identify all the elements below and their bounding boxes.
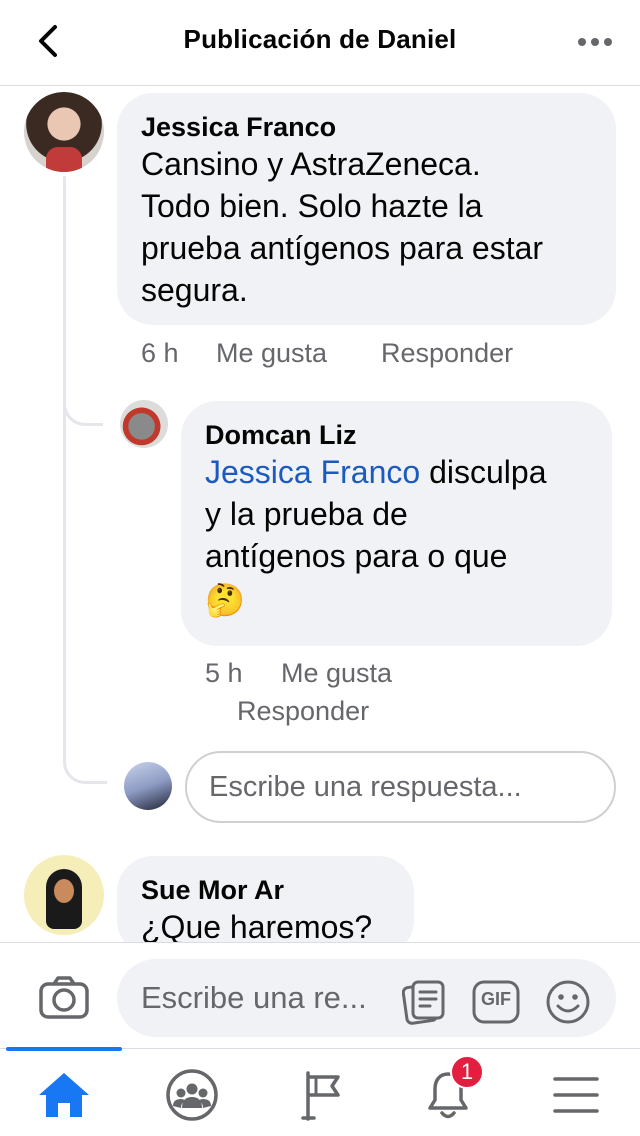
camera-button[interactable] xyxy=(38,975,90,1021)
groups-icon xyxy=(166,1069,218,1121)
mention-link[interactable]: Jessica Franco xyxy=(205,454,420,490)
thread-connector xyxy=(63,740,107,784)
emoji-button[interactable] xyxy=(544,979,592,1025)
thread-connector xyxy=(63,384,103,426)
camera-icon xyxy=(39,976,89,1019)
comment-input[interactable]: Escribe una re... GIF xyxy=(117,959,616,1037)
comment-bubble[interactable]: Sue Mor Ar ¿Que haremos? xyxy=(117,856,414,956)
comment-text: Cansino y AstraZeneca. Todo bien. Solo h… xyxy=(141,143,592,311)
comment-bubble[interactable]: Jessica Franco Cansino y AstraZeneca. To… xyxy=(117,93,616,325)
home-icon xyxy=(39,1073,89,1117)
avatar[interactable] xyxy=(120,400,168,448)
thinking-face-emoji: 🤔 xyxy=(205,582,245,618)
comment-line: Jessica Franco disculpa xyxy=(205,451,588,493)
tab-notifications[interactable]: 1 xyxy=(416,1055,484,1127)
tab-groups[interactable] xyxy=(160,1063,224,1127)
like-button[interactable]: Me gusta xyxy=(216,338,327,369)
avatar[interactable] xyxy=(24,92,104,172)
comment-author[interactable]: Jessica Franco xyxy=(141,111,592,143)
page-title: Publicación de Daniel xyxy=(183,24,457,54)
gif-label: GIF xyxy=(481,989,511,1009)
reply-button[interactable]: Responder xyxy=(381,338,513,369)
tab-pages[interactable] xyxy=(290,1063,354,1127)
comment-line: Todo bien. Solo hazte la xyxy=(141,188,483,224)
tab-menu[interactable] xyxy=(544,1063,608,1127)
like-button[interactable]: Me gusta xyxy=(281,658,392,689)
sticker-icon xyxy=(402,980,445,1025)
comment-line: segura. xyxy=(141,272,248,308)
comment-timestamp: 6 h xyxy=(141,338,179,368)
comment-composer: Escribe una re... GIF xyxy=(0,942,640,1048)
comment-line: antígenos para o que xyxy=(205,538,508,574)
current-user-avatar xyxy=(124,762,172,810)
comment-line-text: disculpa xyxy=(420,454,547,490)
reply-button[interactable]: Responder xyxy=(237,696,369,727)
notification-badge: 1 xyxy=(450,1055,484,1089)
comment-input-placeholder: Escribe una re... xyxy=(141,980,367,1015)
sticker-button[interactable] xyxy=(400,979,448,1025)
hamburger-menu-icon xyxy=(553,1077,599,1113)
comment-line: prueba antígenos para estar xyxy=(141,230,544,266)
comment-timestamp: 5 h xyxy=(205,658,243,688)
tab-home[interactable] xyxy=(32,1063,96,1127)
comment-text: Jessica Franco disculpa y la prueba de a… xyxy=(205,451,588,621)
gif-button[interactable]: GIF xyxy=(472,979,520,1025)
comment-author[interactable]: Sue Mor Ar xyxy=(141,874,390,906)
avatar[interactable] xyxy=(24,855,104,935)
more-options-button[interactable] xyxy=(570,22,620,62)
chevron-left-icon xyxy=(39,25,57,57)
flag-icon xyxy=(301,1071,340,1121)
reply-input[interactable]: Escribe una respuesta... xyxy=(185,751,616,823)
thread-line xyxy=(63,176,66,748)
top-bar: Publicación de Daniel xyxy=(0,0,640,86)
comment-line: y la prueba de xyxy=(205,496,408,532)
emoji-icon xyxy=(546,980,590,1024)
active-tab-indicator xyxy=(6,1047,122,1051)
back-button[interactable] xyxy=(28,18,68,64)
comment-line: Cansino y AstraZeneca. xyxy=(141,146,481,182)
reply-bubble[interactable]: Domcan Liz Jessica Franco disculpa y la … xyxy=(181,401,612,646)
comment-author[interactable]: Domcan Liz xyxy=(205,419,588,451)
more-horizontal-icon xyxy=(578,38,612,46)
bottom-tab-bar: 1 xyxy=(0,1047,640,1136)
